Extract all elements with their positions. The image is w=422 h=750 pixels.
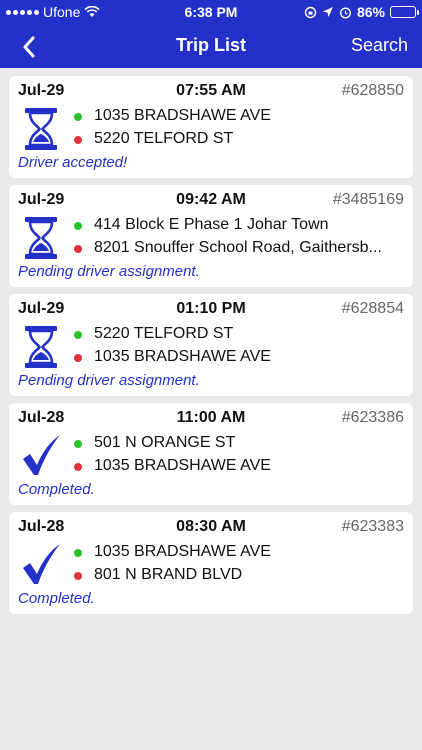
trip-status-text: Driver accepted! [18, 154, 128, 171]
trip-id: #3485169 [332, 191, 404, 208]
hourglass-icon [25, 326, 57, 368]
battery-percent: 86% [356, 4, 385, 20]
hourglass-icon [25, 217, 57, 259]
chevron-left-icon [23, 36, 35, 58]
pickup-address: 501 N ORANGE ST [94, 434, 236, 451]
trip-status-icon [21, 542, 61, 588]
alarm-icon [339, 6, 351, 19]
status-bar: Ufone 6:38 PM 86% [0, 0, 422, 24]
trip-card[interactable]: Jul-29 07:55 AM #628850 1035 BRADSHAWE A… [9, 76, 413, 178]
trip-id: #623386 [341, 409, 404, 426]
dropoff-address: 5220 TELFORD ST [94, 130, 234, 147]
trip-status-text: Completed. [18, 590, 95, 607]
trip-status-text: Pending driver assignment. [18, 372, 200, 389]
trip-status-icon [21, 106, 61, 152]
hourglass-icon [25, 108, 57, 150]
dropoff-address: 801 N BRAND BLVD [94, 566, 243, 583]
trip-status-icon [21, 215, 61, 261]
trip-status-icon [21, 433, 61, 479]
header: Ufone 6:38 PM 86% Trip List Search [0, 0, 422, 68]
trip-status-text: Completed. [18, 481, 95, 498]
checkmark-icon [23, 544, 60, 584]
navigation-bar: Trip List Search [0, 24, 422, 68]
rotation-lock-icon [304, 6, 317, 18]
pickup-address: 414 Block E Phase 1 Johar Town [94, 216, 329, 233]
status-bar-right: 86% [304, 4, 419, 20]
pickup-address: 1035 BRADSHAWE AVE [94, 107, 271, 124]
trip-id: #623383 [341, 518, 404, 535]
trip-card[interactable]: Jul-28 11:00 AM #623386 501 N ORANGE ST … [9, 403, 413, 505]
trip-status-icon [21, 324, 61, 370]
dropoff-address: 8201 Snouffer School Road, Gaithersb... [94, 239, 382, 256]
dropoff-address: 1035 BRADSHAWE AVE [94, 457, 271, 474]
trip-status-text: Pending driver assignment. [18, 263, 200, 280]
checkmark-icon [23, 435, 60, 475]
pickup-address: 1035 BRADSHAWE AVE [94, 543, 271, 560]
trip-card[interactable]: Jul-28 08:30 AM #623383 1035 BRADSHAWE A… [9, 512, 413, 614]
trip-id: #628854 [341, 300, 404, 317]
trip-list: Jul-29 07:55 AM #628850 1035 BRADSHAWE A… [9, 76, 413, 621]
trip-card[interactable]: Jul-29 01:10 PM #628854 5220 TELFORD ST … [9, 294, 413, 396]
dropoff-address: 1035 BRADSHAWE AVE [94, 348, 271, 365]
trip-card[interactable]: Jul-29 09:42 AM #3485169 414 Block E Pha… [9, 185, 413, 287]
search-button[interactable]: Search [351, 35, 408, 56]
trip-id: #628850 [341, 82, 404, 99]
back-button[interactable] [14, 32, 44, 62]
battery-icon [390, 6, 419, 18]
location-icon [322, 7, 333, 17]
pickup-address: 5220 TELFORD ST [94, 325, 234, 342]
